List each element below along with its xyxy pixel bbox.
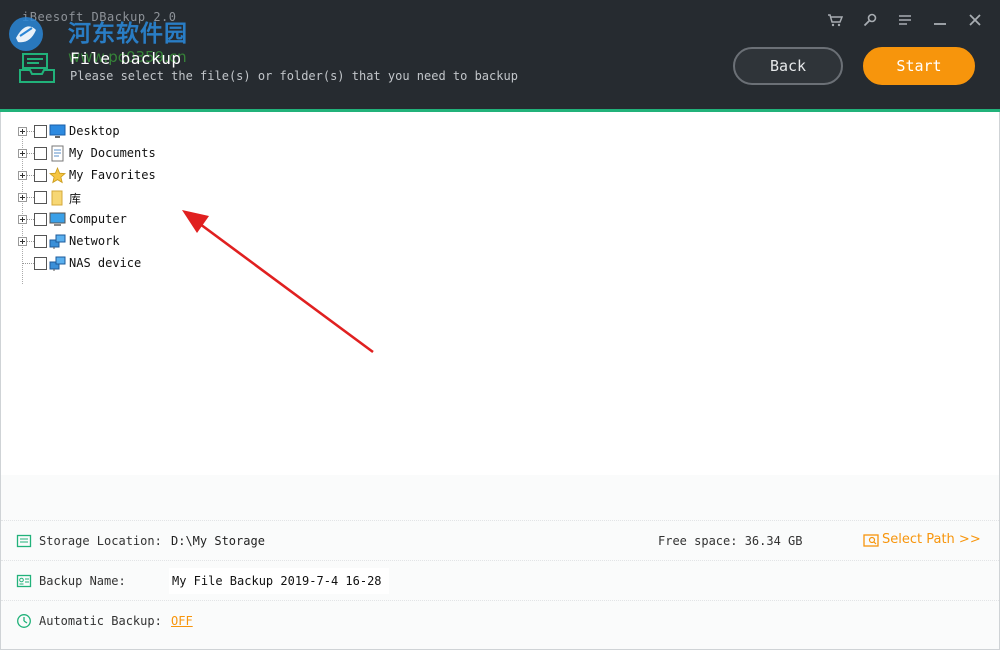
clock-icon: [17, 614, 31, 628]
cart-icon[interactable]: [817, 8, 852, 32]
document-icon: [51, 145, 64, 162]
tree-checkbox[interactable]: [34, 213, 47, 226]
tree-checkbox[interactable]: [34, 169, 47, 182]
tree-checkbox[interactable]: [34, 235, 47, 248]
free-space-text: Free space: 36.34 GB: [658, 534, 803, 548]
computer-icon: [49, 212, 66, 226]
backup-settings: Storage Location: D:\My Storage Free spa…: [1, 475, 999, 650]
expand-icon[interactable]: [18, 215, 27, 224]
network-icon: [49, 234, 66, 249]
tree-checkbox[interactable]: [34, 257, 47, 270]
back-button[interactable]: Back: [733, 47, 843, 85]
tree-connector: [27, 175, 34, 176]
page-subtitle: Please select the file(s) or folder(s) t…: [70, 69, 518, 83]
tree-item-label: Network: [69, 234, 120, 248]
tree-connector: [27, 153, 34, 154]
storage-icon: [16, 534, 32, 548]
tree-item-my-documents[interactable]: My Documents: [1, 143, 401, 165]
expand-icon[interactable]: [18, 127, 27, 136]
automatic-backup-label: Automatic Backup:: [39, 614, 162, 628]
tree-item-network[interactable]: Network: [1, 231, 401, 253]
watermark-text: 河东软件园: [68, 21, 188, 47]
select-path-label: Select Path >>: [882, 532, 981, 547]
backup-name-row: Backup Name: My File Backup 2019-7-4 16-…: [1, 560, 999, 600]
automatic-backup-row: Automatic Backup: OFF: [1, 600, 999, 640]
menu-icon[interactable]: [887, 8, 922, 32]
window-controls: [817, 8, 992, 32]
tree-item-label: Computer: [69, 212, 127, 226]
tree-checkbox[interactable]: [34, 191, 47, 204]
tree-item-desktop[interactable]: Desktop: [1, 121, 401, 143]
tree-connector: [22, 263, 34, 264]
close-icon[interactable]: [957, 8, 992, 32]
star-icon: [49, 167, 66, 184]
tree-item-label: My Documents: [69, 146, 156, 160]
file-backup-icon: [19, 53, 55, 83]
storage-location-row: Storage Location: D:\My Storage Free spa…: [1, 520, 999, 560]
tree-item-label: NAS device: [69, 256, 142, 270]
minimize-icon[interactable]: [922, 8, 957, 32]
automatic-backup-toggle[interactable]: OFF: [171, 614, 193, 628]
tree-checkbox[interactable]: [34, 147, 47, 160]
tree-connector: [27, 197, 34, 198]
key-icon[interactable]: [852, 8, 887, 32]
storage-location-label: Storage Location:: [39, 534, 162, 548]
desktop-icon: [49, 124, 66, 138]
backup-name-input[interactable]: My File Backup 2019-7-4 16-28: [169, 568, 389, 594]
start-button[interactable]: Start: [863, 47, 975, 85]
expand-icon[interactable]: [18, 149, 27, 158]
tree-connector: [27, 219, 34, 220]
name-card-icon: [16, 574, 32, 588]
tree-item-library[interactable]: 库: [1, 187, 401, 209]
tree-item-nas-device[interactable]: NAS device: [1, 253, 401, 275]
expand-icon[interactable]: [18, 237, 27, 246]
watermark-logo-icon: [9, 17, 43, 51]
file-tree: Desktop My Documents My Favorites 库 Comp…: [1, 112, 999, 475]
tree-item-my-favorites[interactable]: My Favorites: [1, 165, 401, 187]
tree-item-label: My Favorites: [69, 168, 156, 182]
expand-icon[interactable]: [18, 193, 27, 202]
tree-checkbox[interactable]: [34, 125, 47, 138]
tree-item-label: 库: [69, 192, 82, 206]
select-path-button[interactable]: Select Path >>: [863, 532, 981, 547]
expand-icon[interactable]: [18, 171, 27, 180]
tree-connector: [27, 131, 34, 132]
network-icon: [49, 256, 66, 271]
storage-location-value: D:\My Storage: [171, 534, 265, 548]
tree-item-computer[interactable]: Computer: [1, 209, 401, 231]
page-title: File backup: [70, 49, 182, 68]
folder-icon: [51, 190, 63, 206]
tree-item-label: Desktop: [69, 124, 120, 138]
folder-search-icon: [863, 533, 879, 547]
header: iBeesoft DBackup 2.0 河东软件园 www.pc0359.cn…: [0, 0, 1000, 109]
tree-connector: [27, 241, 34, 242]
backup-name-label: Backup Name:: [39, 574, 126, 588]
